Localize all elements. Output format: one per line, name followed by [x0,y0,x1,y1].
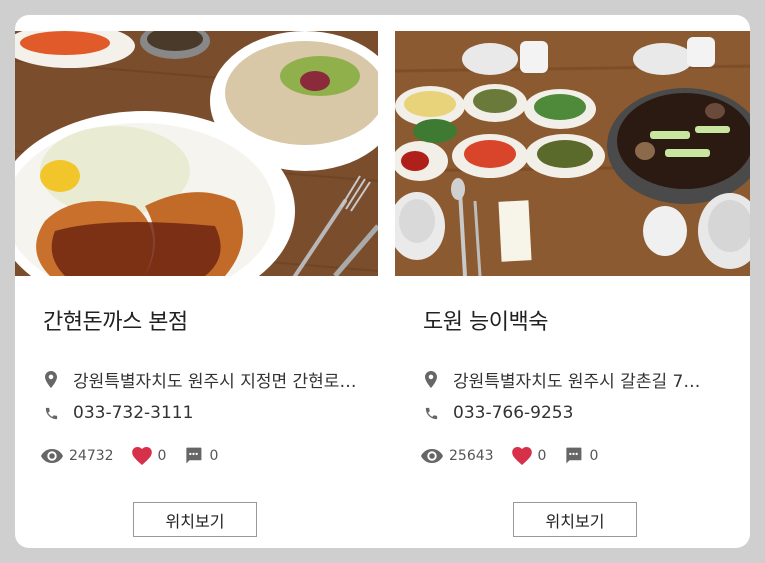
heart-icon[interactable] [511,446,532,465]
likes-count: 0 [157,447,167,464]
views-count: 24732 [69,447,114,464]
likes-count: 0 [537,447,547,464]
phone-icon [423,404,439,422]
address-text: 강원특별자치도 원주시 지정면 간현로 123 [73,372,361,392]
comments-count: 0 [209,447,219,464]
comment-icon[interactable] [184,446,203,465]
phone-row: 033-732-3111 [43,403,193,423]
eye-icon [41,448,63,463]
restaurant-card: 도원 능이백숙 강원특별자치도 원주시 갈촌길 7… 033-766-9253 … [395,31,750,548]
comments-count: 0 [589,447,599,464]
address-text: 강원특별자치도 원주시 갈촌길 7… [453,372,701,392]
view-location-button[interactable]: 위치보기 [513,502,637,537]
restaurant-photo-tonkatsu[interactable] [15,31,378,276]
stats-row: 24732 0 0 [41,446,236,465]
heart-icon[interactable] [131,446,152,465]
eye-icon [421,448,443,463]
phone-icon [43,404,59,422]
phone-text: 033-732-3111 [73,403,194,423]
stats-row: 25643 0 0 [421,446,616,465]
comment-icon[interactable] [564,446,583,465]
restaurant-photo-baeksuk[interactable] [395,31,750,276]
phone-row: 033-766-9253 [423,403,573,423]
restaurant-card: 간현돈까스 본점 강원특별자치도 원주시 지정면 간현로 123 033-732… [15,31,378,548]
map-pin-icon [423,371,439,389]
address-row: 강원특별자치도 원주시 갈촌길 7… [423,367,741,392]
views-count: 25643 [449,447,494,464]
restaurant-name[interactable]: 도원 능이백숙 [423,304,548,336]
view-location-button[interactable]: 위치보기 [133,502,257,537]
map-pin-icon [43,371,59,389]
phone-text: 033-766-9253 [453,403,574,423]
restaurant-list-panel: 간현돈까스 본점 강원특별자치도 원주시 지정면 간현로 123 033-732… [15,15,750,548]
address-row: 강원특별자치도 원주시 지정면 간현로 123 [43,367,361,392]
restaurant-name[interactable]: 간현돈까스 본점 [43,304,188,336]
